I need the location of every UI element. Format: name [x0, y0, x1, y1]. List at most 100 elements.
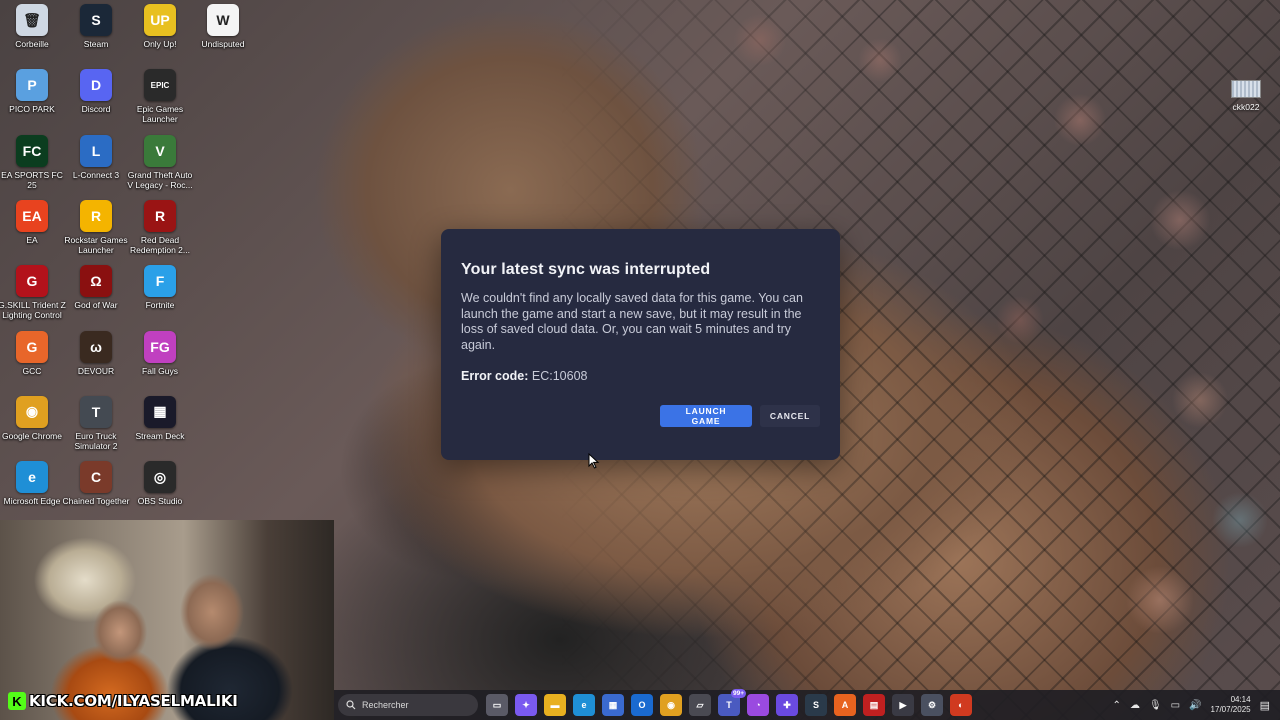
desktop-icon-label: Steam: [83, 39, 109, 49]
epic-games-icon: EPIC: [144, 69, 176, 102]
gskill-icon: G: [16, 265, 48, 298]
gallery-icon[interactable]: ▱: [689, 694, 711, 716]
ea-icon: EA: [16, 199, 48, 232]
notification-icon[interactable]: ▤: [1260, 699, 1270, 712]
edge-icon[interactable]: e: [573, 694, 595, 716]
dialog-title: Your latest sync was interrupted: [461, 261, 711, 278]
desktop-icon-fall-guys[interactable]: FG Fall Guys: [126, 330, 194, 393]
ets2-icon: T: [80, 395, 112, 428]
clock[interactable]: 04:14 17/07/2025: [1211, 695, 1251, 715]
vmware-icon[interactable]: ▤: [863, 694, 885, 716]
chevron-up-icon[interactable]: ⌃: [1113, 700, 1121, 711]
search-icon: [346, 700, 356, 710]
launch-game-button[interactable]: LAUNCH GAME: [660, 405, 752, 427]
desktop-icon-ets2[interactable]: T Euro Truck Simulator 2: [62, 395, 130, 458]
desktop-icon-rdr2[interactable]: R Red Dead Redemption 2...: [126, 199, 194, 262]
desktop-icon-label: L-Connect 3: [72, 169, 120, 180]
onedrive-icon[interactable]: ☁: [1130, 700, 1140, 711]
clock-date: 17/07/2025: [1210, 705, 1251, 714]
desktop-icon-obs[interactable]: ◎ OBS Studio: [126, 461, 194, 523]
taskbar-search[interactable]: Rechercher: [338, 694, 478, 716]
steam-icon: S: [80, 4, 112, 36]
desktop-icon-label: DEVOUR: [77, 365, 115, 376]
taskbar: Rechercher ▭ ✦ ▬ e ▦ O ◉ ▱ T 99+ ◔ ✚ S A ▤ ▶ ⚙ ◐ ⌃ ☁ 🎙 ▭ …: [334, 689, 1280, 720]
gcc-icon: G: [16, 330, 48, 363]
cancel-button[interactable]: CANCEL: [760, 405, 820, 427]
messenger-icon[interactable]: ◔: [747, 694, 769, 716]
error-code-label: Error code:: [461, 369, 529, 383]
desktop-icon-label: Fortnite: [145, 300, 175, 311]
chained-together-icon: C: [80, 461, 112, 494]
undisputed-icon: W: [207, 4, 239, 36]
desktop-icon-gcc[interactable]: G GCC: [0, 330, 66, 393]
desktop-icon-label: God of War: [74, 300, 118, 311]
file-explorer-icon[interactable]: ▬: [544, 694, 566, 716]
teams-icon[interactable]: T 99+: [718, 689, 746, 716]
gta-v-icon: V: [144, 134, 176, 167]
desktop-icon-fortnite[interactable]: F Fortnite: [126, 265, 194, 327]
outlook-icon[interactable]: O: [631, 694, 653, 716]
stream-banner: K KICK.COM/ILYASELMALIKI: [8, 691, 239, 711]
desktop-icon-label: Chained Together: [62, 496, 130, 507]
microphone-icon[interactable]: 🎙: [1149, 700, 1162, 711]
system-tray: ⌃ ☁ 🎙 ▭ 🔊 04:14 17/07/2025 ▤: [1113, 690, 1270, 720]
clock-time: 04:14: [1230, 695, 1251, 704]
desktop-icon-chained-together[interactable]: C Chained Together: [62, 461, 130, 523]
copilot-icon[interactable]: ✦: [515, 694, 537, 716]
desktop-icon-stream-deck[interactable]: ▦ Stream Deck: [126, 395, 194, 458]
desktop-icon-chrome[interactable]: ◉ Google Chrome: [0, 395, 66, 458]
settings-icon[interactable]: ⚙: [921, 694, 943, 716]
desktop-icon-ea-fc[interactable]: FC EA SPORTS FC 25: [0, 134, 66, 197]
desktop-icon-gta-v[interactable]: V Grand Theft Auto V Legacy - Roc...: [126, 134, 194, 197]
desktop-icon-ckk022[interactable]: ckk022: [1226, 80, 1266, 112]
desktop-icon-discord[interactable]: D Discord: [62, 69, 130, 131]
task-view-icon[interactable]: ▭: [486, 694, 508, 716]
desktop-icon-label: Grand Theft Auto V Legacy - Roc...: [127, 169, 193, 190]
desktop-icon-label: Stream Deck: [135, 430, 185, 441]
desktop-icon-l-connect[interactable]: L L-Connect 3: [62, 134, 130, 197]
notification-badge: 99+: [730, 689, 746, 698]
desktop-icon-label: Undisputed: [201, 39, 245, 49]
desktop-icon-edge[interactable]: e Microsoft Edge: [0, 461, 66, 523]
desktop-icon-label: G.SKILL Trident Z Lighting Control: [0, 300, 66, 321]
desktop-icon-label: Only Up!: [143, 39, 177, 49]
discord-icon: D: [80, 69, 112, 102]
desktop-icon-label: EA: [26, 234, 38, 245]
desktop-icon-label: Google Chrome: [1, 430, 62, 441]
l-connect-icon: L: [80, 134, 112, 167]
chrome-icon[interactable]: ◉: [660, 694, 682, 716]
network-icon[interactable]: ▭: [1171, 700, 1180, 711]
desktop-icon-gskill[interactable]: G G.SKILL Trident Z Lighting Control: [0, 265, 66, 327]
desktop-icon-epic-games[interactable]: EPIC Epic Games Launcher: [126, 69, 194, 131]
image-file-icon: [1231, 80, 1261, 98]
steam-icon[interactable]: S: [805, 694, 827, 716]
desktop-icon-recycle-bin[interactable]: 🗑 Corbeille: [0, 4, 66, 66]
pico-park-icon: P: [16, 69, 48, 102]
desktop-icon-rockstar[interactable]: R Rockstar Games Launcher: [62, 199, 130, 262]
desktop-icon-god-of-war[interactable]: Ω God of War: [62, 265, 130, 327]
game-controller-icon[interactable]: ✚: [776, 694, 798, 716]
dialog-message: We couldn't find any locally saved data …: [461, 291, 803, 352]
ms-store-icon[interactable]: ▦: [602, 694, 624, 716]
desktop-icon-devour[interactable]: ω DEVOUR: [62, 330, 130, 393]
desktop-icon-grid: 🗑 Corbeille P PICO PARK FC EA SPORTS FC 25 EA E…: [0, 0, 245, 523]
sync-interrupted-dialog: Your latest sync was interrupted We coul…: [441, 229, 840, 460]
desktop-icon-label: Microsoft Edge: [3, 496, 61, 507]
desktop-icon-label: PICO PARK: [9, 104, 55, 115]
error-code-value: EC:10608: [531, 369, 588, 383]
chrome-icon: ◉: [16, 395, 48, 428]
fortnite-icon: F: [144, 265, 176, 298]
desktop-icon-ea[interactable]: EA EA: [0, 199, 66, 262]
desktop-icon-only-up[interactable]: UP Only Up!: [126, 4, 194, 66]
ea-app-icon[interactable]: A: [834, 694, 856, 716]
desktop-icon-label: Euro Truck Simulator 2: [74, 430, 118, 451]
god-of-war-icon: Ω: [80, 265, 112, 298]
devour-icon: ω: [80, 330, 112, 363]
desktop-icon-steam[interactable]: S Steam: [62, 4, 130, 66]
volume-icon[interactable]: 🔊: [1189, 700, 1201, 711]
media-player-icon[interactable]: ▶: [892, 694, 914, 716]
game-launcher-icon[interactable]: ◐: [950, 694, 972, 716]
desktop-icon-pico-park[interactable]: P PICO PARK: [0, 69, 66, 131]
desktop-icon-undisputed[interactable]: W Undisputed: [189, 4, 257, 66]
desktop-icon-label: Discord: [81, 104, 111, 115]
